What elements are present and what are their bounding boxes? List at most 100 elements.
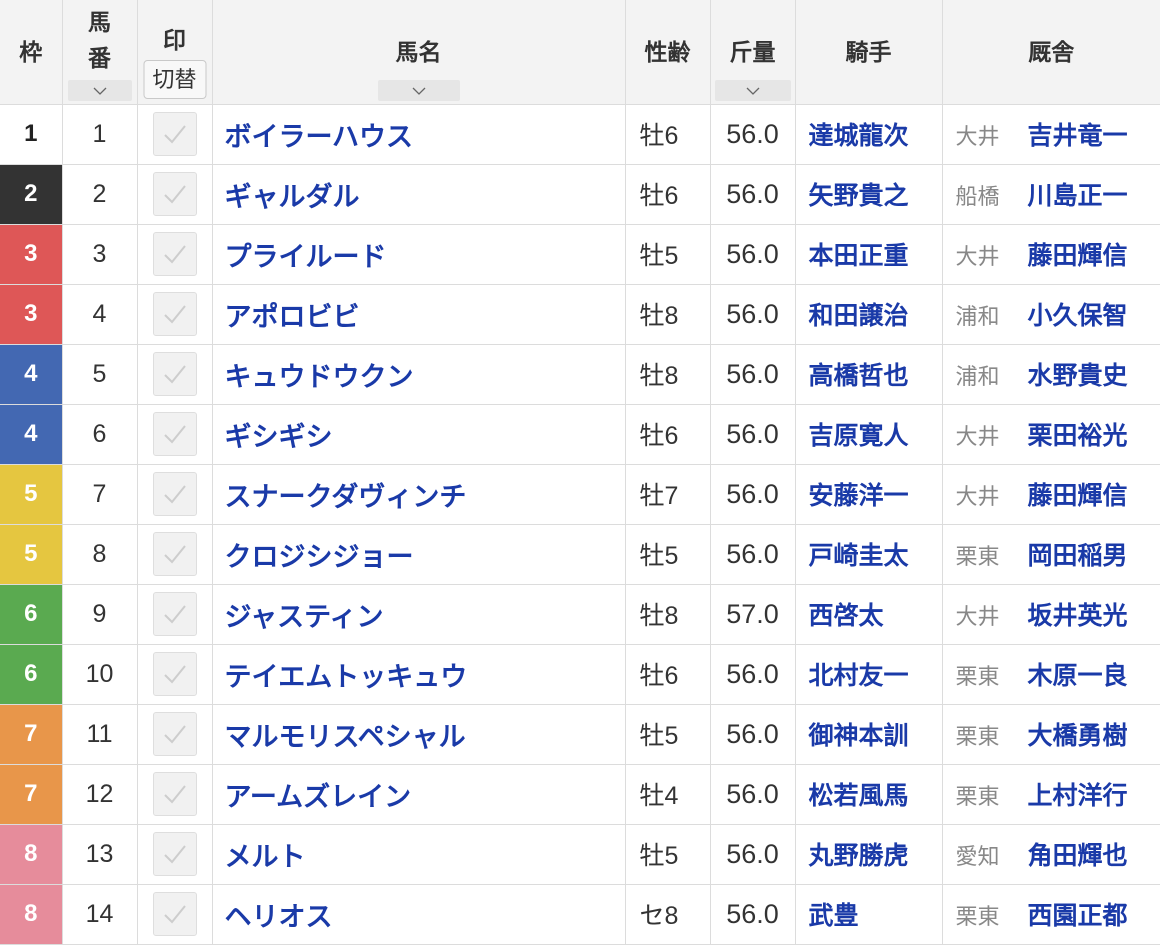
trainer-link[interactable]: 木原一良 [1028, 662, 1128, 690]
stable-cell: 大井 吉井竜一 [941, 103, 1160, 165]
jockey-link[interactable]: 北村友一 [809, 662, 909, 690]
mark-checkbox[interactable] [152, 112, 197, 156]
trainer-link[interactable]: 吉井竜一 [1028, 122, 1128, 150]
sex-age: セ8 [624, 883, 711, 945]
trainer-link[interactable]: 角田輝也 [1028, 842, 1128, 870]
horse-name-link[interactable]: アームズレイン [225, 782, 412, 812]
mark-checkbox[interactable] [152, 832, 197, 876]
jockey-link[interactable]: 御神本訓 [809, 722, 909, 750]
jockey-link[interactable]: 本田正重 [809, 242, 909, 270]
mark-checkbox[interactable] [152, 352, 197, 396]
mark-checkbox[interactable] [152, 652, 197, 696]
check-icon [163, 185, 186, 204]
horse-name-link[interactable]: アポロビビ [225, 302, 360, 332]
mark-checkbox[interactable] [152, 712, 197, 756]
mark-checkbox[interactable] [152, 532, 197, 576]
trainer-link[interactable]: 川島正一 [1028, 182, 1128, 210]
horse-number: 11 [61, 703, 138, 765]
sex-age: 牡5 [624, 703, 711, 765]
mark-checkbox[interactable] [152, 472, 197, 516]
check-icon [163, 305, 186, 324]
waku-number: 8 [0, 823, 63, 885]
waku-number: 2 [0, 163, 63, 225]
sort-horse-name-button[interactable] [377, 80, 460, 101]
mark-checkbox[interactable] [152, 172, 197, 216]
horse-name-link[interactable]: ボイラーハウス [225, 122, 413, 152]
stable-region: 大井 [955, 484, 1000, 509]
mark-checkbox[interactable] [152, 772, 197, 816]
jockey-link[interactable]: 高橋哲也 [809, 362, 909, 390]
stable-region: 愛知 [955, 844, 1000, 869]
trainer-link[interactable]: 小久保智 [1028, 302, 1128, 330]
trainer-link[interactable]: 上村洋行 [1028, 782, 1128, 810]
horse-name-link[interactable]: マルモリスペシャル [225, 722, 466, 752]
check-icon [163, 365, 186, 384]
jockey-link[interactable]: 武豊 [809, 902, 859, 930]
check-icon [163, 425, 186, 444]
trainer-link[interactable]: 坂井英光 [1028, 602, 1128, 630]
trainer-link[interactable]: 藤田輝信 [1028, 482, 1128, 510]
table-row: 3 3 プライルード 牡5 56.0 本田正重 大井 藤田輝信 [0, 223, 1160, 285]
check-icon [163, 125, 186, 144]
sex-age: 牡4 [624, 763, 711, 825]
header-horse-name-label: 馬名 [395, 39, 442, 65]
jockey-link[interactable]: 丸野勝虎 [809, 842, 909, 870]
trainer-link[interactable]: 西園正都 [1028, 902, 1128, 930]
header-stable: 厩舎 [941, 0, 1160, 105]
check-icon [163, 845, 186, 864]
header-umaban-label-top: 馬 [88, 9, 111, 35]
weight: 56.0 [709, 763, 796, 825]
horse-number: 8 [61, 523, 138, 585]
mark-cell [136, 343, 213, 405]
table-row: 7 11 マルモリスペシャル 牡5 56.0 御神本訓 栗東 大橋勇樹 [0, 703, 1160, 765]
horse-number: 10 [61, 643, 138, 705]
weight: 56.0 [709, 223, 796, 285]
trainer-link[interactable]: 栗田裕光 [1028, 422, 1128, 450]
horse-name-link[interactable]: プライルード [225, 242, 387, 272]
jockey-link[interactable]: 松若風馬 [809, 782, 909, 810]
mark-checkbox[interactable] [152, 412, 197, 456]
horse-name-link[interactable]: メルト [225, 842, 306, 872]
header-waku-label: 枠 [19, 39, 43, 65]
stable-region: 栗東 [955, 544, 1000, 569]
sort-weight-button[interactable] [714, 80, 791, 101]
jockey-link[interactable]: 戸崎圭太 [809, 542, 909, 570]
mark-toggle-button[interactable]: 切替 [143, 60, 206, 99]
sort-umaban-button[interactable] [67, 80, 132, 101]
jockey-link[interactable]: 達城龍次 [809, 122, 909, 150]
horse-name-cell: キュウドウクン [211, 343, 626, 405]
trainer-link[interactable]: 大橋勇樹 [1028, 722, 1128, 750]
mark-checkbox[interactable] [152, 292, 197, 336]
stable-region: 船橋 [955, 184, 1000, 209]
waku-number: 7 [0, 703, 63, 765]
trainer-link[interactable]: 藤田輝信 [1028, 242, 1128, 270]
horse-name-link[interactable]: ジャスティン [225, 602, 384, 632]
jockey-link[interactable]: 安藤洋一 [809, 482, 909, 510]
jockey-cell: 丸野勝虎 [794, 823, 943, 885]
horse-name-link[interactable]: ヘリオス [225, 902, 333, 932]
horse-name-link[interactable]: テイエムトッキュウ [225, 662, 468, 692]
mark-checkbox[interactable] [152, 892, 197, 936]
horse-name-link[interactable]: キュウドウクン [225, 362, 414, 392]
chevron-down-icon [746, 87, 759, 95]
horse-name-cell: スナークダヴィンチ [211, 463, 626, 525]
horse-name-cell: ジャスティン [211, 583, 626, 645]
stable-cell: 船橋 川島正一 [941, 163, 1160, 225]
horse-name-link[interactable]: スナークダヴィンチ [225, 482, 467, 512]
table-header-row: 枠 馬 番 印 切替 馬名 性齢 斤量 騎手 厩舎 [0, 0, 1160, 105]
trainer-link[interactable]: 水野貴史 [1028, 362, 1128, 390]
mark-checkbox[interactable] [152, 232, 197, 276]
stable-region: 浦和 [955, 304, 1000, 329]
jockey-cell: 御神本訓 [794, 703, 943, 765]
table-row: 3 4 アポロビビ 牡8 56.0 和田譲治 浦和 小久保智 [0, 283, 1160, 345]
trainer-link[interactable]: 岡田稲男 [1028, 542, 1128, 570]
sex-age: 牡8 [624, 283, 711, 345]
jockey-link[interactable]: 和田譲治 [809, 302, 909, 330]
jockey-link[interactable]: 吉原寛人 [809, 422, 909, 450]
jockey-link[interactable]: 矢野貴之 [809, 182, 909, 210]
mark-checkbox[interactable] [152, 592, 197, 636]
horse-name-link[interactable]: ギシギシ [225, 422, 333, 452]
horse-name-link[interactable]: クロジシジョー [225, 542, 414, 572]
horse-name-link[interactable]: ギャルダル [225, 182, 360, 212]
jockey-link[interactable]: 西啓太 [809, 602, 884, 630]
